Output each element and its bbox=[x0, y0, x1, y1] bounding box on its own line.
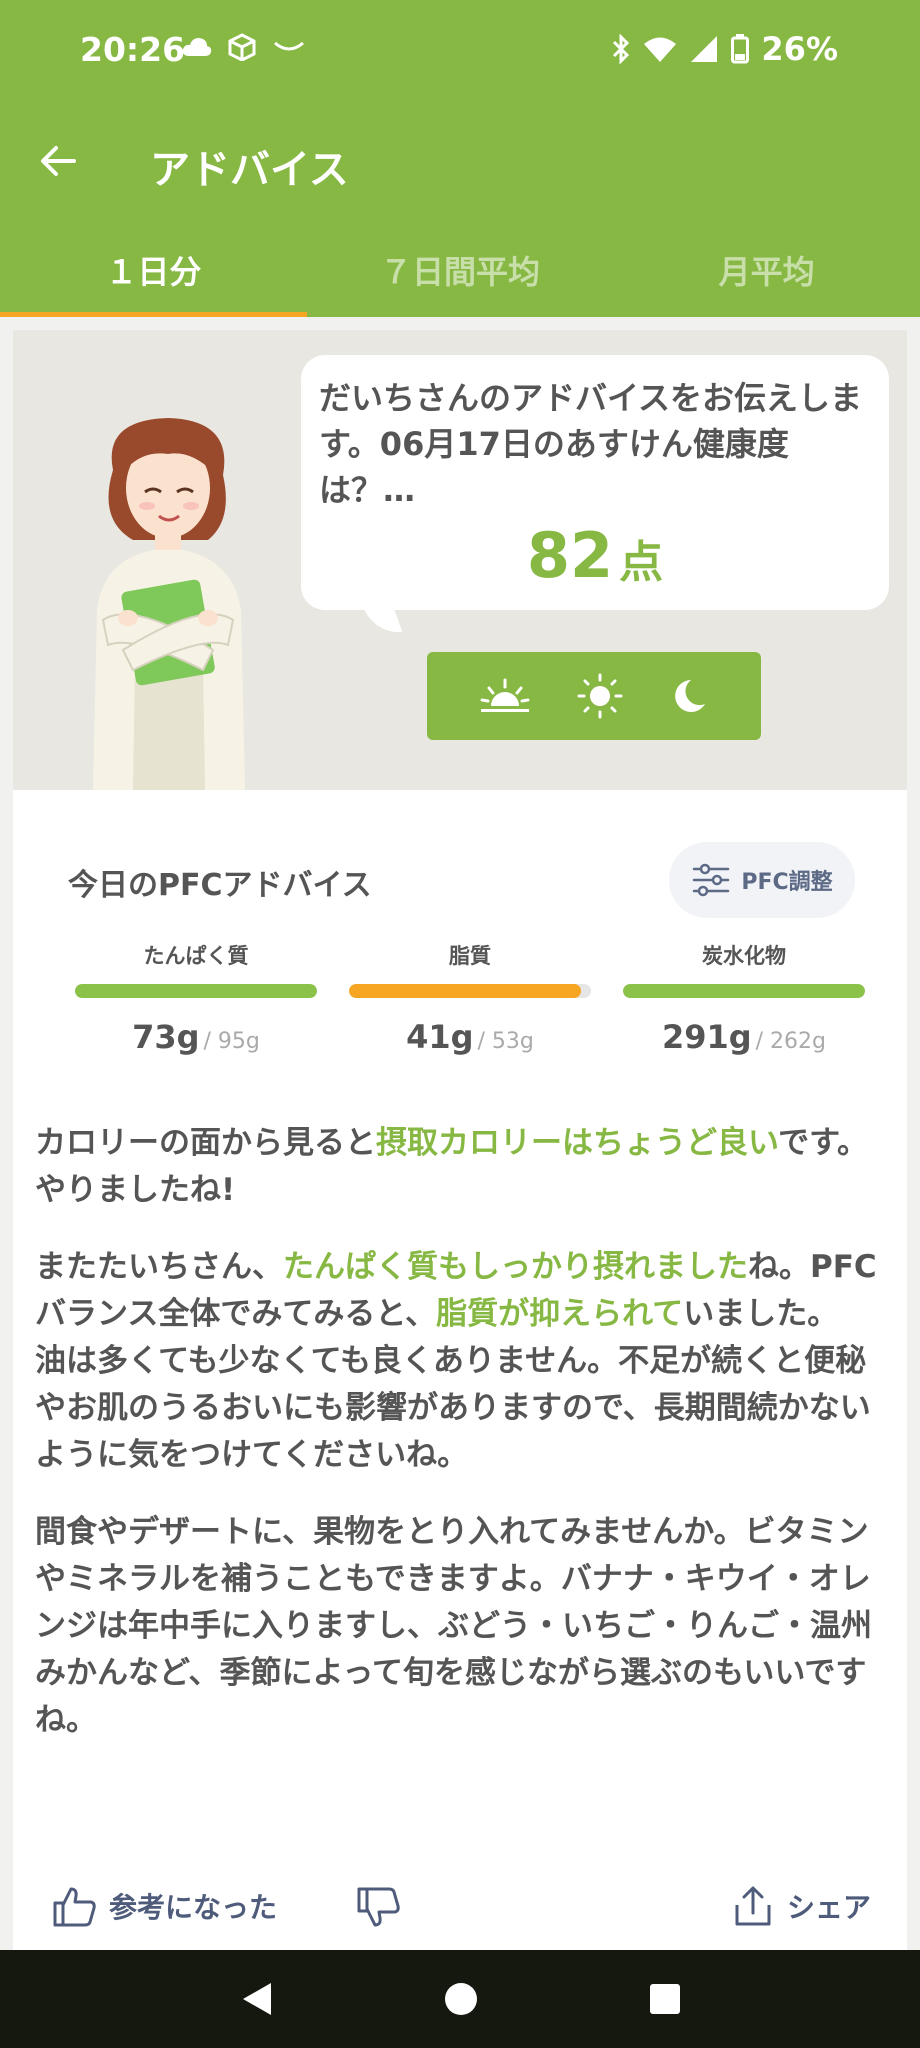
highlight-text: 脂質が抑えられて bbox=[436, 1296, 684, 1332]
share-label: シェア bbox=[786, 1891, 871, 1924]
package-icon bbox=[228, 33, 256, 61]
smile-icon bbox=[274, 41, 304, 51]
meal-time-selector bbox=[427, 652, 761, 740]
nutrient-progress-bar bbox=[75, 984, 317, 998]
advice-paragraph-pfc: またたいちさん、たんぱく質もしっかり摂れましたね。PFCバランス全体でみてみると… bbox=[35, 1249, 877, 1473]
nutrient-label: たんぱく質 bbox=[143, 944, 249, 968]
helpful-button[interactable]: 参考になった bbox=[51, 1885, 277, 1927]
pfc-section-title: 今日のPFCアドバイス bbox=[68, 868, 372, 903]
speech-bubble: だいちさんのアドバイスをお伝えします。06月17日のあすけん健康度は？… 82 点 bbox=[301, 355, 889, 610]
nutrient-value: 291 bbox=[661, 1018, 729, 1056]
tab-weekly-average[interactable]: ７日間平均 bbox=[307, 223, 614, 317]
battery-icon bbox=[731, 34, 750, 64]
advice-card: 今日のPFCアドバイス PFC調整 たんぱく質 73g/ 95g 脂質 41g /… bbox=[13, 790, 907, 1950]
nutrient-progress-fill bbox=[349, 984, 582, 998]
nutrient-target: / 53g bbox=[477, 1029, 534, 1054]
health-score: 82 点 bbox=[319, 519, 871, 592]
advisor-character-illustration bbox=[93, 418, 245, 790]
nutrient-target: / 262g bbox=[755, 1029, 827, 1054]
sliders-icon bbox=[693, 863, 730, 897]
pfc-adjust-label: PFC調整 bbox=[741, 870, 833, 895]
nutrient-fat: 脂質 41g/ 53g bbox=[349, 940, 591, 1056]
nutrient-carbs: 炭水化物 291g/ 262g bbox=[623, 940, 865, 1056]
page-title: アドバイス bbox=[150, 147, 349, 193]
thumbs-up-icon bbox=[53, 1887, 96, 1927]
nutrient-progress-fill bbox=[623, 984, 865, 998]
pfc-adjust-button[interactable]: PFC調整 bbox=[669, 842, 855, 918]
nutrient-value: 41 bbox=[406, 1018, 451, 1056]
helpful-label: 参考になった bbox=[109, 1891, 278, 1924]
period-tabs: １日分 ７日間平均 月平均 bbox=[0, 223, 920, 317]
nutrient-target: / 95g bbox=[203, 1029, 260, 1054]
advisor-message: だいちさんのアドバイスをお伝えします。06月17日のあすけん健康度は？… bbox=[319, 379, 863, 509]
moon-icon[interactable] bbox=[669, 676, 709, 716]
nutrient-label: 炭水化物 bbox=[702, 944, 786, 968]
back-arrow-icon bbox=[41, 146, 76, 176]
share-icon bbox=[735, 1886, 771, 1926]
signal-icon bbox=[691, 36, 718, 62]
bluetooth-icon bbox=[613, 34, 630, 64]
nutrient-protein: たんぱく質 73g/ 95g bbox=[75, 940, 317, 1056]
sunrise-icon[interactable] bbox=[479, 676, 531, 716]
sun-icon[interactable] bbox=[576, 672, 624, 720]
nutrient-value: 73 bbox=[132, 1018, 177, 1056]
nutrient-progress-bar bbox=[623, 984, 865, 998]
pfc-nutrients: たんぱく質 73g/ 95g 脂質 41g/ 53g 炭水化物 291g/ 26… bbox=[75, 940, 865, 1056]
advice-paragraph-calorie: カロリーの面から見ると摂取カロリーはちょうど良いです。やりましたね! bbox=[35, 1125, 868, 1208]
tab-monthly-average[interactable]: 月平均 bbox=[613, 223, 920, 317]
advice-paragraph-snack: 間食やデザートに、果物をとり入れてみませんか。ビタミンやミネラルを補うこともでき… bbox=[35, 1514, 872, 1738]
nutrient-unit: g bbox=[450, 1018, 474, 1056]
not-helpful-button[interactable] bbox=[355, 1887, 401, 1933]
back-button[interactable] bbox=[30, 133, 86, 189]
feedback-bar: 参考になった シェア bbox=[13, 1885, 907, 1949]
highlight-text: 摂取カロリーはちょうど良い bbox=[376, 1125, 779, 1161]
score-unit: 点 bbox=[619, 537, 664, 588]
advisor-hero: だいちさんのアドバイスをお伝えします。06月17日のあすけん健康度は？… 82 点 bbox=[13, 330, 907, 790]
nutrient-label: 脂質 bbox=[449, 944, 491, 968]
nutrient-progress-bar bbox=[349, 984, 591, 998]
highlight-text: たんぱく質もしっかり摂れました bbox=[283, 1249, 748, 1285]
system-nav-bar bbox=[0, 1950, 920, 2048]
nav-home-icon[interactable] bbox=[443, 1981, 479, 2017]
nutrient-unit: g bbox=[728, 1018, 752, 1056]
nav-recents-icon[interactable] bbox=[649, 1983, 681, 2015]
score-value: 82 bbox=[526, 519, 614, 592]
app-bar: アドバイス bbox=[0, 105, 920, 223]
tab-daily[interactable]: １日分 bbox=[0, 223, 307, 317]
status-time: 20:26 bbox=[80, 30, 186, 69]
status-bar: 20:26 26% bbox=[0, 0, 920, 105]
nav-back-icon[interactable] bbox=[239, 1981, 273, 2017]
share-button[interactable]: シェア bbox=[733, 1885, 871, 1927]
wifi-icon bbox=[644, 37, 677, 62]
nutrient-unit: g bbox=[176, 1018, 200, 1056]
battery-percent: 26% bbox=[761, 30, 838, 68]
thumbs-down-icon bbox=[357, 1887, 400, 1927]
advice-text: カロリーの面から見ると摂取カロリーはちょうど良いです。やりましたね! またたいち… bbox=[35, 1120, 897, 1774]
nutrient-progress-fill bbox=[75, 984, 317, 998]
cloud-icon bbox=[182, 38, 212, 56]
